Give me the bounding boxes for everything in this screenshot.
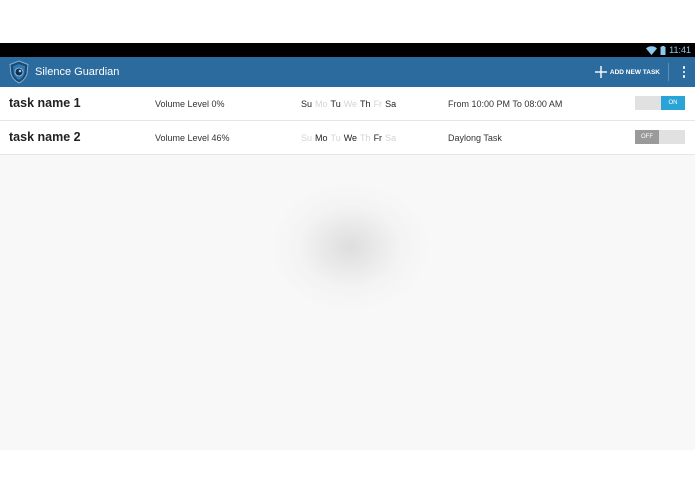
wifi-icon [646, 45, 658, 55]
day-saturday: Sa [385, 133, 397, 143]
day-friday: Fr [373, 99, 383, 109]
day-friday: Fr [373, 133, 383, 143]
status-time: 11:41 [669, 45, 691, 55]
overflow-menu-icon[interactable] [673, 57, 695, 87]
task-toggle[interactable]: OFF [635, 130, 685, 144]
task-name: task name 1 [9, 96, 81, 110]
battery-icon [660, 45, 666, 55]
day-tuesday: Tu [330, 133, 341, 143]
day-monday: Mo [315, 99, 328, 109]
task-row[interactable]: task name 1 Volume Level 0% Su Mo Tu We … [0, 87, 695, 121]
plus-icon [594, 66, 607, 78]
task-volume: Volume Level 0% [155, 99, 225, 109]
day-saturday: Sa [385, 99, 397, 109]
day-thursday: Th [360, 99, 371, 109]
task-volume: Volume Level 46% [155, 133, 230, 143]
task-name: task name 2 [9, 130, 81, 144]
task-list: task name 1 Volume Level 0% Su Mo Tu We … [0, 87, 695, 450]
day-sunday: Su [301, 133, 313, 143]
add-new-task-button[interactable]: ADD NEW TASK [589, 57, 666, 87]
status-bar: 11:41 [0, 43, 695, 57]
day-sunday: Su [301, 99, 313, 109]
app-title: Silence Guardian [35, 66, 120, 78]
task-toggle[interactable]: ON [635, 96, 685, 110]
day-wednesday: We [343, 99, 358, 109]
day-thursday: Th [360, 133, 371, 143]
task-days: Su Mo Tu We Th Fr Sa [301, 133, 396, 143]
toggle-knob: OFF [635, 130, 659, 144]
day-wednesday: We [343, 133, 358, 143]
add-new-task-label: ADD NEW TASK [609, 68, 660, 76]
shield-icon[interactable] [7, 60, 31, 84]
toggle-knob: ON [661, 96, 685, 110]
action-bar-divider [668, 63, 669, 81]
task-schedule: Daylong Task [448, 133, 502, 143]
day-monday: Mo [315, 133, 328, 143]
day-tuesday: Tu [330, 99, 341, 109]
task-row[interactable]: task name 2 Volume Level 46% Su Mo Tu We… [0, 121, 695, 155]
task-days: Su Mo Tu We Th Fr Sa [301, 99, 396, 109]
background-glow [270, 182, 430, 312]
task-schedule: From 10:00 PM To 08:00 AM [448, 99, 563, 109]
action-bar: Silence Guardian ADD NEW TASK [0, 57, 695, 87]
